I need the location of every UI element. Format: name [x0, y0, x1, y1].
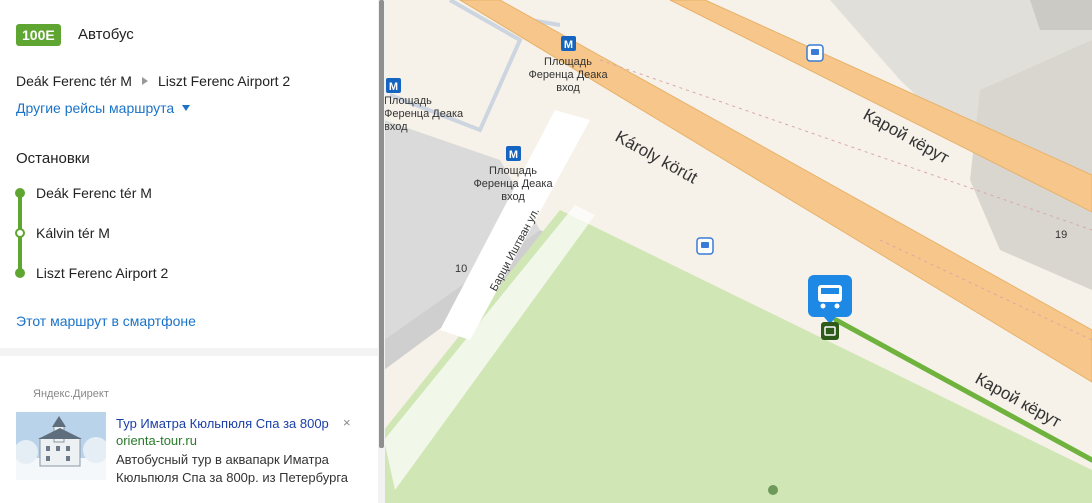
stop-dot-icon	[15, 268, 25, 278]
selected-bus-stop-marker[interactable]	[808, 275, 852, 324]
direction-arrow-icon	[141, 77, 148, 85]
svg-text:М: М	[564, 39, 573, 51]
other-trips-label: Другие рейсы маршрута	[16, 100, 175, 116]
direction-from: Deák Ferenc tér M	[16, 73, 132, 89]
bus-stop-icon[interactable]	[806, 44, 824, 62]
route-sidebar: 100E Автобус Deák Ferenc tér M Liszt Fere…	[0, 0, 378, 503]
route-number-badge: 100E	[16, 24, 61, 46]
route-start-icon	[821, 322, 839, 340]
ad-castle-picture	[16, 412, 106, 480]
tree-icon	[768, 485, 778, 495]
direction-to: Liszt Ferenc Airport 2	[157, 73, 291, 89]
house-number: 19	[1055, 229, 1067, 241]
route-type-label: Автобус	[78, 26, 134, 43]
scrollbar-thumb[interactable]	[379, 0, 384, 448]
metro-icon[interactable]: М	[561, 36, 576, 51]
chevron-down-icon	[182, 105, 191, 111]
bus-stop-icon[interactable]	[696, 237, 714, 255]
section-divider	[0, 348, 378, 356]
stops-title: Остановки	[16, 150, 90, 167]
sidebar-scrollbar[interactable]	[378, 0, 385, 503]
stop-item[interactable]: Deák Ferenc tér M	[36, 185, 152, 201]
ad-url-link[interactable]: orienta-tour.ru	[116, 433, 197, 448]
ad-description: Автобусный тур в аквапарк Иматра Кюльпюл…	[116, 452, 349, 485]
close-icon[interactable]: ×	[343, 415, 351, 430]
svg-text:М: М	[509, 149, 518, 161]
ad-label: Яндекс.Директ	[33, 388, 109, 400]
svg-text:М: М	[389, 81, 398, 93]
ad-title-link[interactable]: Тур Иматра Кюльпюля Спа за 800р	[116, 416, 329, 431]
stop-item[interactable]: Liszt Ferenc Airport 2	[36, 265, 168, 281]
stop-item[interactable]: Kálvin tér M	[36, 225, 110, 241]
metro-icon[interactable]: М	[506, 146, 521, 161]
house-number: 10	[455, 263, 467, 275]
open-in-smartphone-link[interactable]: Этот маршрут в смартфоне	[16, 313, 196, 329]
building-corner	[1030, 0, 1092, 30]
metro-icon[interactable]: М	[386, 78, 401, 93]
stop-dot-icon	[15, 228, 25, 238]
ad-image[interactable]	[16, 412, 106, 480]
other-trips-link[interactable]: Другие рейсы маршрута	[16, 100, 191, 116]
route-direction: Deák Ferenc tér M Liszt Ferenc Airport 2	[16, 73, 290, 89]
stop-dot-icon	[15, 188, 25, 198]
